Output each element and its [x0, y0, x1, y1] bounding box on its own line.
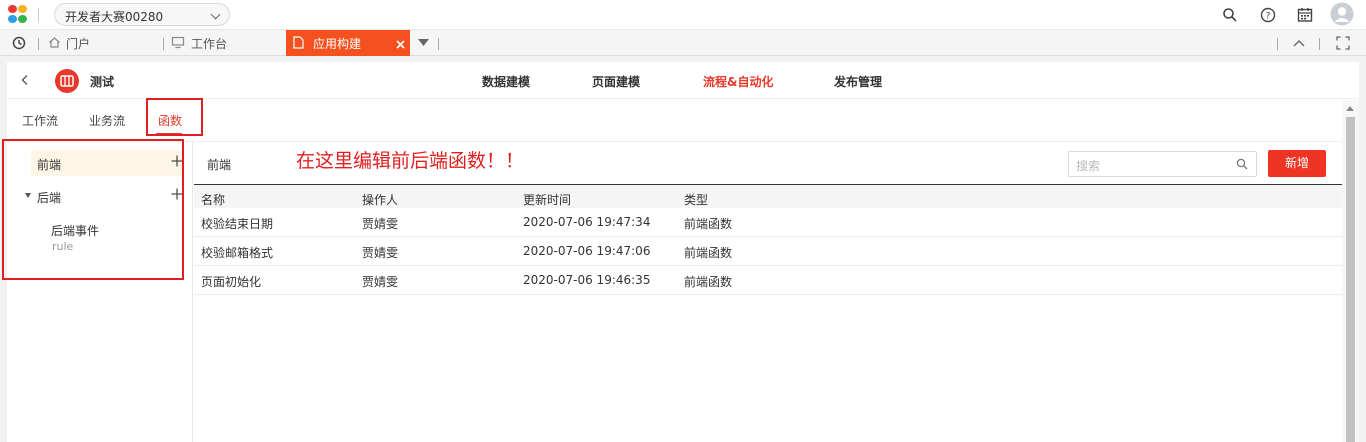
divider: [38, 8, 39, 22]
window-tab-bar: 门户 工作台 应用构建: [0, 30, 1366, 56]
app-icon: [55, 69, 79, 93]
app-grid-icon: [60, 75, 74, 87]
app-name: 测试: [90, 75, 115, 89]
new-button[interactable]: 新增: [1268, 150, 1326, 177]
vertical-scrollbar[interactable]: [1342, 100, 1359, 442]
highlight-box: [146, 98, 203, 136]
monitor-icon: [171, 36, 185, 49]
divider: [163, 38, 164, 50]
cell-type: 前端函数: [684, 217, 733, 231]
sub-tab-bar: 工作流 业务流 函数: [7, 100, 1342, 142]
column-header: 更新时间: [523, 193, 572, 207]
app-header: 测试 数据建模 页面建模 流程&自动化 发布管理: [7, 62, 1359, 99]
column-header: 名称: [201, 193, 226, 207]
table-row[interactable]: 校验邮箱格式 贾婧雯 2020-07-06 19:47:06 前端函数: [194, 237, 1342, 266]
table-row[interactable]: 校验结束日期 贾婧雯 2020-07-06 19:47:34 前端函数: [194, 208, 1342, 237]
cell-updated-time: 2020-07-06 19:46:35: [523, 273, 651, 287]
chevron-up-icon[interactable]: [1293, 38, 1305, 48]
search-input[interactable]: 搜索: [1068, 151, 1257, 177]
avatar[interactable]: [1330, 2, 1354, 26]
back-arrow-icon[interactable]: [19, 74, 31, 86]
nav-flow-automation[interactable]: 流程&自动化: [703, 73, 773, 90]
org-select-label: 开发者大赛00280: [65, 10, 164, 24]
tab-portal-label: 门户: [66, 37, 91, 51]
divider: [1277, 38, 1278, 50]
fullscreen-icon[interactable]: [1336, 36, 1350, 50]
divider: [1319, 38, 1320, 50]
close-icon[interactable]: [396, 40, 405, 49]
cell-name: 校验邮箱格式: [201, 246, 274, 260]
cell-name: 校验结束日期: [201, 217, 274, 231]
calendar-icon[interactable]: [1296, 6, 1314, 24]
search-placeholder: 搜索: [1076, 159, 1101, 173]
home-icon: [49, 37, 60, 48]
svg-text:?: ?: [1266, 12, 1271, 22]
tab-workbench[interactable]: 工作台: [170, 30, 280, 56]
content-frame: 测试 数据建模 页面建模 流程&自动化 发布管理 工作流 业务流 函数 前端 后…: [2, 62, 1359, 442]
history-icon[interactable]: [12, 36, 26, 50]
cell-updated-time: 2020-07-06 19:47:06: [523, 244, 651, 258]
top-bar: 开发者大赛00280 ?: [0, 0, 1366, 30]
document-icon: [293, 36, 304, 49]
org-select[interactable]: 开发者大赛00280: [54, 3, 230, 26]
tab-portal[interactable]: 门户: [46, 30, 156, 56]
search-icon[interactable]: [1221, 6, 1239, 24]
app-logo-icon[interactable]: [8, 5, 30, 25]
cell-operator: 贾婧雯: [362, 275, 399, 289]
highlight-box: [2, 139, 184, 280]
tab-workbench-label: 工作台: [191, 37, 228, 51]
nav-publish-management[interactable]: 发布管理: [834, 73, 882, 90]
cell-operator: 贾婧雯: [362, 217, 399, 231]
cell-name: 页面初始化: [201, 275, 262, 289]
search-icon[interactable]: [1236, 158, 1248, 170]
cell-type: 前端函数: [684, 275, 733, 289]
tab-business-flow[interactable]: 业务流: [89, 112, 125, 129]
table-header: 名称 操作人 更新时间 类型: [194, 184, 1342, 208]
table-row[interactable]: 页面初始化 贾婧雯 2020-07-06 19:46:35 前端函数: [194, 266, 1342, 295]
tab-workflow[interactable]: 工作流: [22, 112, 58, 129]
tab-app-build[interactable]: 应用构建: [286, 30, 410, 56]
cell-type: 前端函数: [684, 246, 733, 260]
panel-title: 前端: [207, 158, 232, 172]
tab-app-build-label: 应用构建: [313, 37, 362, 51]
nav-data-modeling[interactable]: 数据建模: [482, 73, 530, 90]
divider: [38, 38, 39, 50]
column-header: 操作人: [362, 193, 399, 207]
cell-updated-time: 2020-07-06 19:47:34: [523, 215, 651, 229]
chevron-down-icon: [210, 9, 221, 20]
annotation-text: 在这里编辑前后端函数！！: [296, 150, 525, 172]
help-icon[interactable]: ?: [1259, 6, 1277, 24]
divider: [438, 38, 439, 50]
column-header: 类型: [684, 193, 709, 207]
nav-page-modeling[interactable]: 页面建模: [592, 73, 640, 90]
scrollbar-thumb[interactable]: [1346, 117, 1355, 442]
cell-operator: 贾婧雯: [362, 246, 399, 260]
tab-dropdown-icon[interactable]: [417, 38, 430, 47]
scroll-up-icon[interactable]: [1346, 106, 1354, 111]
